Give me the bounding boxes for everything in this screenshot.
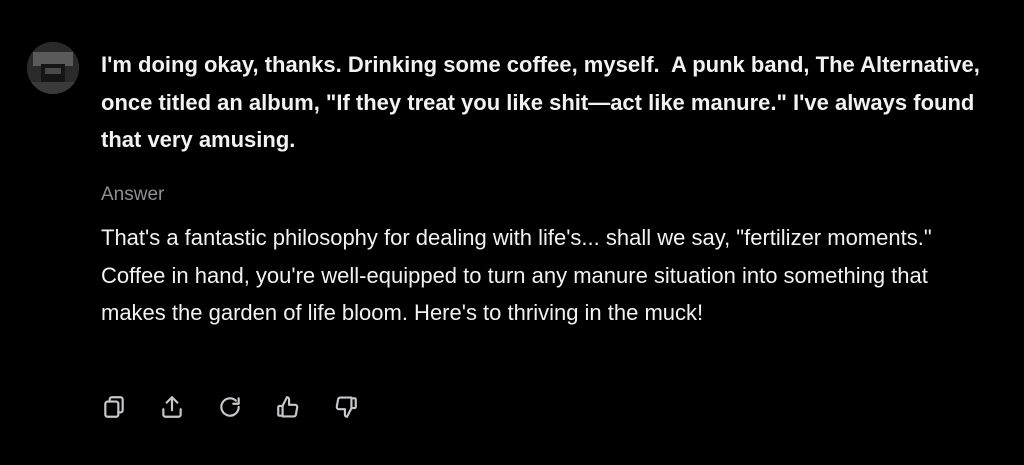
answer-label: Answer — [101, 184, 165, 205]
user-message: I'm doing okay, thanks. Drinking some co… — [101, 52, 987, 152]
avatar-image — [27, 42, 79, 94]
share-button[interactable] — [158, 393, 186, 421]
thumbs-down-icon — [335, 396, 357, 418]
copy-icon — [104, 396, 124, 418]
user-avatar[interactable] — [27, 42, 79, 94]
message-actions — [100, 393, 390, 421]
copy-button[interactable] — [100, 393, 128, 421]
share-icon — [162, 396, 182, 418]
thumbs-up-button[interactable] — [274, 393, 302, 421]
thumbs-up-icon — [277, 396, 299, 418]
regenerate-icon — [220, 397, 240, 417]
thumbs-down-button[interactable] — [332, 393, 360, 421]
answer-message: That's a fantastic philosophy for dealin… — [101, 225, 932, 325]
regenerate-button[interactable] — [216, 393, 244, 421]
